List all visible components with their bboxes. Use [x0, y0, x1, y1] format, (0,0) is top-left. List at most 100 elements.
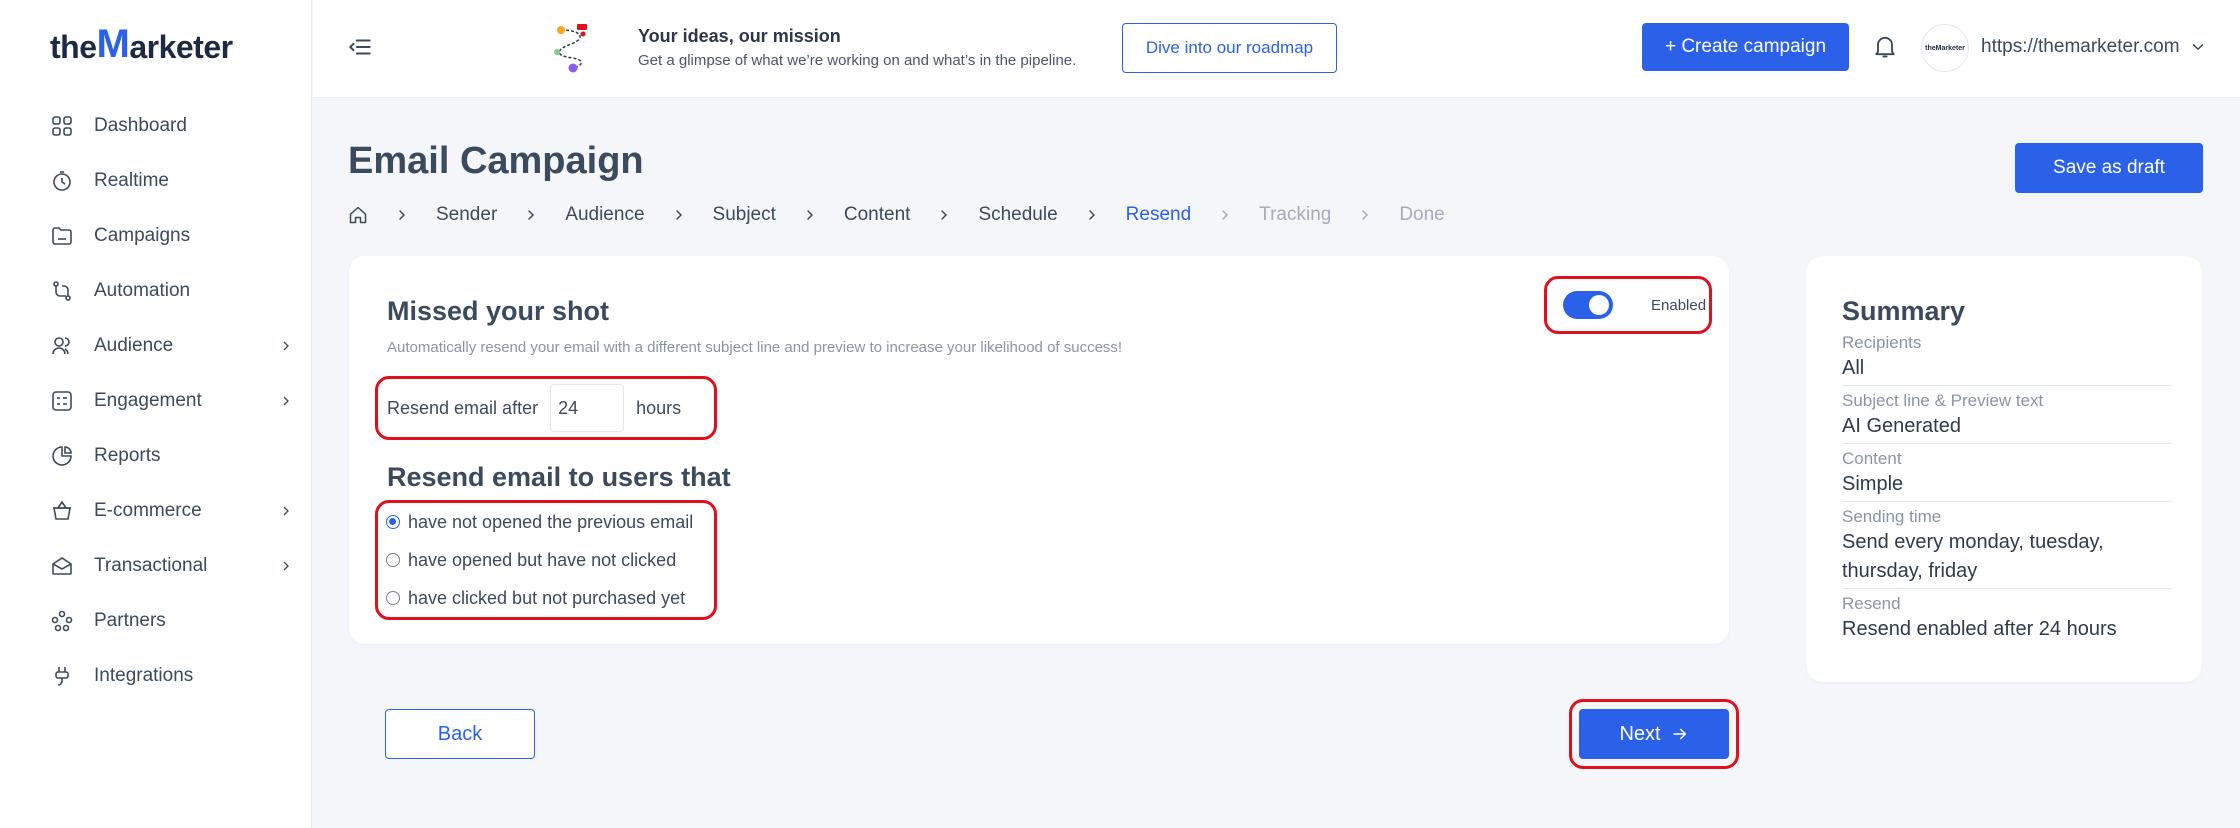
breadcrumb-separator-icon [1084, 207, 1100, 223]
sidebar-item-label: Transactional [94, 554, 208, 576]
sidebar: the Marketer Dashboard Realtime Campaigns Au… [0, 0, 312, 828]
summary-row-resend: Resend Resend enabled after 24 hours [1842, 593, 2172, 646]
resend-enabled-toggle[interactable] [1563, 291, 1613, 319]
dashboard-icon [52, 115, 72, 136]
collapse-sidebar-icon[interactable] [347, 34, 373, 60]
sidebar-item-partners[interactable]: Partners [0, 593, 312, 648]
sidebar-item-label: Dashboard [94, 114, 187, 136]
sidebar-item-engagement[interactable]: Engagement [0, 373, 312, 428]
save-as-draft-button[interactable]: Save as draft [2015, 143, 2203, 193]
summary-label: Sending time [1842, 507, 1942, 526]
sidebar-item-automation[interactable]: Automation [0, 263, 312, 318]
home-icon[interactable] [348, 205, 368, 225]
sidebar-item-label: Reports [94, 444, 161, 466]
sidebar-item-label: Automation [94, 279, 191, 301]
summary-value: Send every monday, tuesday, thursday, fr… [1842, 531, 2104, 582]
breadcrumb-step-content[interactable]: Content [844, 204, 911, 226]
campaigns-icon [52, 226, 72, 245]
resend-options-highlight: have not opened the previous email have o… [375, 500, 717, 620]
sidebar-item-integrations[interactable]: Integrations [0, 648, 312, 703]
breadcrumb-step-tracking: Tracking [1259, 204, 1332, 225]
resend-after-highlight: Resend email after hours [375, 376, 717, 440]
resend-card-title: Missed your shot [387, 296, 610, 326]
resend-hours-input[interactable] [550, 384, 625, 432]
breadcrumb-step-sender[interactable]: Sender [436, 204, 497, 226]
summary-title: Summary [1842, 296, 1966, 326]
sidebar-item-label: Engagement [94, 389, 202, 411]
roadmap-subtitle: Get a glimpse of what we’re working on a… [638, 52, 1077, 69]
sidebar-item-dashboard[interactable]: Dashboard [0, 98, 312, 153]
partners-icon [51, 610, 73, 631]
sidebar-item-label: E-commerce [94, 499, 202, 521]
account-site-url[interactable]: https://themarketer.com [1981, 36, 2180, 58]
roadmap-illustration-icon [554, 24, 587, 73]
summary-value: All [1842, 357, 1865, 379]
summary-value: Simple [1842, 473, 1904, 495]
reports-icon [52, 445, 72, 466]
resend-card-description: Automatically resend your email with a d… [387, 339, 1123, 356]
sidebar-item-campaigns[interactable]: Campaigns [0, 208, 312, 263]
summary-list: Recipients All Subject line & Preview text… [1842, 332, 2172, 650]
account-avatar[interactable]: theMarketer [1921, 24, 1969, 72]
roadmap-button[interactable]: Dive into our roadmap [1122, 23, 1337, 73]
breadcrumb-step-subject[interactable]: Subject [713, 204, 776, 226]
breadcrumb-separator-icon [523, 207, 539, 223]
automation-icon [53, 280, 71, 301]
chevron-right-icon[interactable] [278, 558, 294, 574]
breadcrumb-step-resend[interactable]: Resend [1126, 204, 1192, 226]
summary-row-recipients: Recipients All [1842, 332, 2172, 386]
next-button-highlight: Next [1569, 699, 1739, 769]
next-button-label: Next [1619, 722, 1661, 745]
summary-label: Resend [1842, 594, 1901, 613]
breadcrumb: Sender Audience Subject Content Schedule Rese… [348, 202, 1445, 228]
resend-option-label: have opened but have not clicked [408, 549, 677, 570]
page-title: Email Campaign [348, 140, 644, 182]
resend-toggle-highlight: Enabled [1544, 276, 1712, 334]
sidebar-item-e-commerce[interactable]: E-commerce [0, 483, 312, 538]
roadmap-title: Your ideas, our mission [638, 26, 841, 46]
breadcrumb-step-audience[interactable]: Audience [565, 204, 644, 226]
sidebar-item-label: Realtime [94, 169, 169, 191]
resend-hours-unit: hours [636, 397, 682, 418]
back-button[interactable]: Back [385, 709, 535, 759]
sidebar-item-label: Campaigns [94, 224, 191, 246]
sidebar-item-audience[interactable]: Audience [0, 318, 312, 373]
summary-label: Subject line & Preview text [1842, 391, 2044, 410]
engagement-icon [52, 390, 72, 411]
sidebar-item-reports[interactable]: Reports [0, 428, 312, 483]
chevron-right-icon[interactable] [278, 503, 294, 519]
breadcrumb-separator-icon [802, 207, 818, 223]
integrations-icon [55, 666, 69, 686]
toggle-label: Enabled [1651, 296, 1707, 314]
summary-label: Recipients [1842, 333, 1922, 352]
account-chevron-down-icon[interactable] [2189, 38, 2207, 56]
notifications-bell-icon[interactable] [1871, 32, 1899, 60]
resend-option-label: have not opened the previous email [408, 511, 694, 532]
sidebar-item-transactional[interactable]: Transactional [0, 538, 312, 593]
create-campaign-button[interactable]: + Create campaign [1642, 23, 1849, 71]
resend-option-radio[interactable] [386, 591, 400, 605]
next-button[interactable]: Next [1579, 709, 1729, 759]
logo-text-arketer: arketer [129, 29, 233, 65]
chevron-right-icon[interactable] [278, 393, 294, 409]
resend-after-label: Resend email after [387, 397, 539, 418]
summary-value: AI Generated [1842, 415, 1961, 437]
themarketer-logo[interactable]: the Marketer [50, 20, 233, 66]
audience-icon [52, 336, 70, 354]
resend-option-1[interactable]: have not opened the previous email [386, 503, 714, 541]
resend-settings-card: Missed your shot Automatically resend yo… [349, 256, 1729, 644]
chevron-right-icon[interactable] [278, 338, 294, 354]
breadcrumb-step-done: Done [1399, 204, 1445, 225]
sidebar-item-label: Partners [94, 609, 166, 631]
resend-option-radio[interactable] [386, 515, 400, 529]
sidebar-item-label: Audience [94, 334, 174, 356]
breadcrumb-step-schedule[interactable]: Schedule [978, 204, 1057, 226]
transactional-icon [52, 556, 72, 575]
sidebar-item-realtime[interactable]: Realtime [0, 153, 312, 208]
resend-option-3[interactable]: have clicked but not purchased yet [386, 579, 714, 617]
resend-option-2[interactable]: have opened but have not clicked [386, 541, 714, 579]
resend-option-radio[interactable] [386, 553, 400, 567]
arrow-right-icon [1672, 728, 1686, 740]
toggle-knob [1589, 295, 1609, 315]
summary-value: Resend enabled after 24 hours [1842, 618, 2117, 640]
